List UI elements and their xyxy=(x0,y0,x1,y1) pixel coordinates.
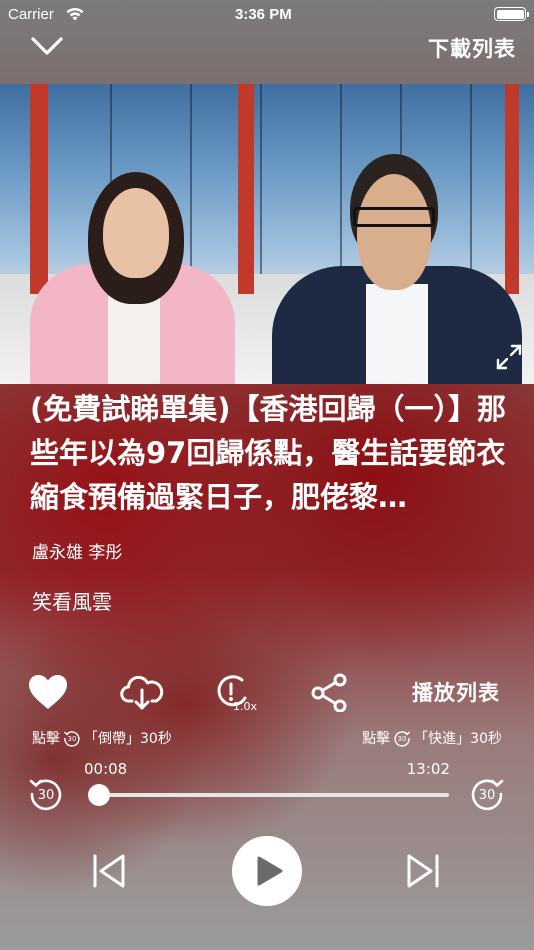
episode-title: (免費試睇單集)【香港回歸（一）】那些年以為97回歸係點，醫生話要節衣縮食預備過… xyxy=(30,392,507,514)
expand-icon[interactable] xyxy=(494,342,524,372)
previous-track-icon[interactable] xyxy=(90,852,128,890)
svg-text:30: 30 xyxy=(38,788,55,803)
battery-icon xyxy=(494,7,529,21)
video-player[interactable] xyxy=(0,84,534,384)
svg-text:30: 30 xyxy=(398,735,407,743)
rewind-30-icon[interactable]: 30 xyxy=(28,776,64,812)
carrier-label: Carrier xyxy=(8,6,54,23)
collapse-chevron-icon[interactable] xyxy=(30,34,64,58)
speed-label: 1.0x xyxy=(233,700,257,712)
speed-icon[interactable]: 1.0x xyxy=(212,672,260,712)
cloud-download-icon[interactable] xyxy=(120,672,164,712)
download-list-button[interactable]: 下載列表 xyxy=(428,33,516,63)
forward-hint-suffix: 「快進」30秒 xyxy=(414,731,502,747)
status-bar: Carrier 3:36 PM xyxy=(0,0,534,30)
svg-text:30: 30 xyxy=(479,788,496,803)
forward-30-mini-icon: 30 xyxy=(394,731,411,747)
current-time: 00:08 xyxy=(84,760,128,778)
playlist-button[interactable]: 播放列表 xyxy=(412,677,500,707)
forward-hint-prefix: 點擊 xyxy=(362,731,391,747)
heart-icon[interactable] xyxy=(26,672,70,712)
episode-hosts: 盧永雄 李彤 xyxy=(32,543,123,563)
rewind-30-mini-icon: 30 xyxy=(64,731,80,747)
clock: 3:36 PM xyxy=(235,6,292,23)
total-time: 13:02 xyxy=(406,760,450,778)
rewind-hint-suffix: 「倒帶」30秒 xyxy=(84,731,172,747)
play-icon xyxy=(257,856,283,886)
rewind-hint-prefix: 點擊 xyxy=(32,731,60,747)
share-icon[interactable] xyxy=(308,672,352,712)
play-button[interactable] xyxy=(232,836,302,906)
rewind-hint: 點擊 30 「倒帶」30秒 xyxy=(32,728,172,748)
program-name: 笑看風雲 xyxy=(32,590,112,614)
next-track-icon[interactable] xyxy=(404,852,442,890)
progress-knob[interactable] xyxy=(87,784,110,806)
forward-hint: 點擊 30 「快進」30秒 xyxy=(362,728,502,748)
progress-track[interactable] xyxy=(95,793,449,797)
forward-30-icon[interactable]: 30 xyxy=(469,776,505,812)
wifi-icon xyxy=(66,7,84,21)
svg-text:30: 30 xyxy=(68,735,77,743)
